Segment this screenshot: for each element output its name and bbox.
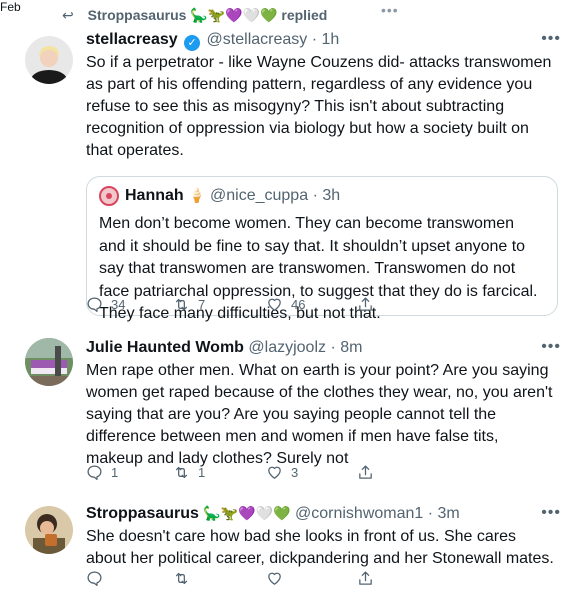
retweet-count: 1 bbox=[198, 465, 206, 480]
retweet-icon bbox=[175, 572, 188, 585]
heart-icon bbox=[268, 572, 281, 585]
reply-count: 1 bbox=[111, 465, 119, 480]
quoted-header: Hannah 🍦 @nice_cuppa · 3h bbox=[125, 187, 340, 205]
share-icon bbox=[359, 571, 372, 585]
ice-cream-emoji: 🍦 bbox=[188, 188, 206, 204]
reply-icon bbox=[87, 571, 102, 587]
tweet-header: Stroppasaurus 🦕🦖💜🤍💚 @cornishwoman1 · 3m bbox=[86, 504, 460, 524]
author-handle[interactable]: @stellacreasy bbox=[207, 31, 308, 48]
reply-button[interactable]: 34 bbox=[86, 296, 125, 313]
tweet-header: stellacreasy ✓ @stellacreasy · 1h bbox=[86, 30, 339, 51]
reply-icon bbox=[87, 297, 102, 313]
timestamp[interactable]: · 1h bbox=[312, 31, 340, 48]
share-button[interactable] bbox=[357, 464, 374, 481]
author-handle[interactable]: @cornishwoman1 bbox=[295, 505, 423, 522]
reply-button[interactable] bbox=[86, 570, 103, 587]
retweet-button[interactable] bbox=[173, 570, 190, 587]
retweet-button[interactable]: 1 bbox=[173, 464, 205, 481]
retweet-icon bbox=[175, 298, 188, 311]
timestamp[interactable]: · 3m bbox=[428, 505, 460, 522]
quoted-author-name: Hannah bbox=[125, 187, 184, 204]
more-icon[interactable]: ••• bbox=[541, 338, 561, 356]
quoted-author-handle: @nice_cuppa bbox=[210, 187, 309, 204]
heart-icon bbox=[268, 298, 281, 311]
replied-text: replied bbox=[281, 7, 328, 23]
avatar[interactable] bbox=[25, 338, 73, 386]
date-fragment: Feb bbox=[0, 0, 21, 14]
share-button[interactable] bbox=[357, 570, 374, 587]
retweet-count: 7 bbox=[198, 297, 206, 312]
replied-indicator[interactable]: ↩ Stroppasaurus 🦕🦖💜🤍💚 replied bbox=[62, 7, 327, 24]
timestamp[interactable]: · 8m bbox=[330, 339, 362, 356]
tweet-actions: 34 7 46 bbox=[86, 296, 386, 316]
retweet-icon bbox=[175, 466, 188, 479]
author-name[interactable]: Stroppasaurus bbox=[86, 505, 199, 522]
tweet-text: So if a perpetrator - like Wayne Couzens… bbox=[86, 54, 552, 159]
share-button[interactable] bbox=[357, 296, 374, 313]
quoted-tweet[interactable]: Hannah 🍦 @nice_cuppa · 3h Men don’t beco… bbox=[86, 176, 558, 322]
avatar[interactable] bbox=[25, 506, 73, 554]
share-icon bbox=[359, 297, 372, 311]
avatar[interactable] bbox=[25, 36, 73, 84]
quoted-timestamp: · 3h bbox=[312, 187, 341, 204]
tweet-text: She doesn't care how bad she looks in fr… bbox=[86, 528, 554, 567]
tweet-cornishwoman1[interactable]: Stroppasaurus 🦕🦖💜🤍💚 @cornishwoman1 · 3m … bbox=[0, 498, 575, 600]
verified-icon: ✓ bbox=[184, 35, 201, 51]
like-button[interactable]: 46 bbox=[266, 296, 305, 313]
tweet-header: Julie Haunted Womb @lazyjoolz · 8m bbox=[86, 338, 362, 358]
tweet-actions: 1 1 3 bbox=[86, 464, 386, 484]
more-icon[interactable]: ••• bbox=[381, 2, 399, 18]
author-emoji: 🦕🦖💜🤍💚 bbox=[203, 506, 291, 522]
reply-count: 34 bbox=[111, 297, 126, 312]
author-name[interactable]: Julie Haunted Womb bbox=[86, 339, 244, 356]
avatar bbox=[99, 186, 119, 206]
retweet-button[interactable]: 7 bbox=[173, 296, 205, 313]
like-count: 46 bbox=[291, 297, 306, 312]
more-icon[interactable]: ••• bbox=[541, 504, 561, 522]
heart-icon bbox=[268, 466, 281, 479]
like-button[interactable]: 3 bbox=[266, 464, 298, 481]
like-count: 3 bbox=[291, 465, 299, 480]
like-button[interactable] bbox=[266, 570, 283, 587]
author-handle[interactable]: @lazyjoolz bbox=[248, 339, 326, 356]
reply-button[interactable]: 1 bbox=[86, 464, 118, 481]
reply-icon bbox=[87, 465, 102, 481]
replied-emoji: 🦕🦖💜🤍💚 bbox=[190, 8, 278, 24]
share-icon bbox=[359, 465, 372, 479]
tweet-stellacreasy[interactable]: stellacreasy ✓ @stellacreasy · 1h ••• So… bbox=[0, 28, 575, 322]
more-icon[interactable]: ••• bbox=[541, 30, 561, 48]
tweet-text: Men rape other men. What on earth is you… bbox=[86, 362, 553, 467]
tweet-lazyjoolz[interactable]: Julie Haunted Womb @lazyjoolz · 8m ••• M… bbox=[0, 328, 575, 488]
replied-name: Stroppasaurus bbox=[87, 7, 187, 23]
author-name[interactable]: stellacreasy bbox=[86, 31, 178, 48]
tweet-actions bbox=[86, 570, 386, 590]
reply-arrow-icon: ↩ bbox=[62, 7, 74, 23]
